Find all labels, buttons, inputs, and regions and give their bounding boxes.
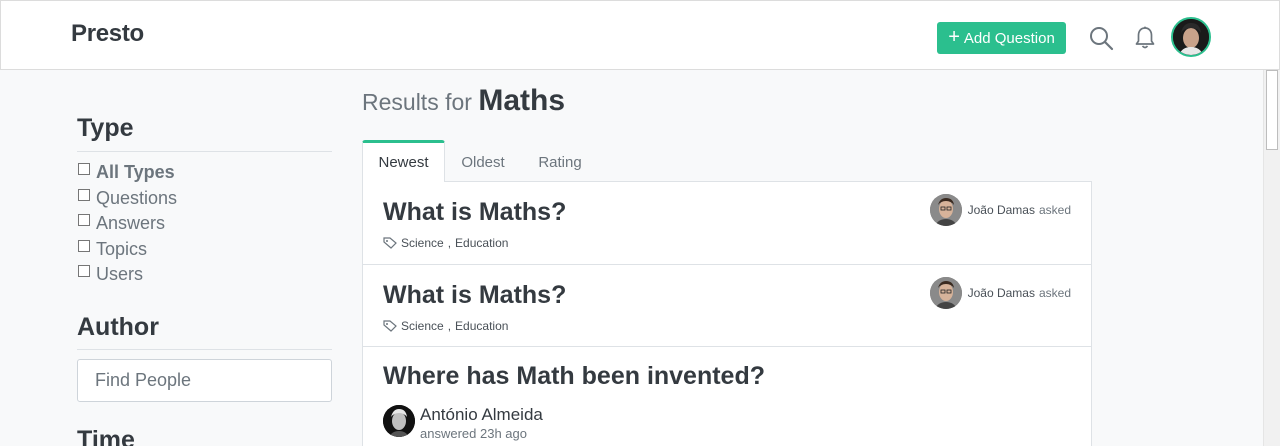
time-heading: Time (77, 426, 135, 446)
checkbox[interactable] (78, 162, 90, 175)
type-divider (77, 151, 332, 152)
add-question-button[interactable]: + Add Question (937, 22, 1066, 54)
question-title[interactable]: Where has Math been invented? (383, 362, 765, 391)
type-heading: Type (77, 114, 134, 142)
tab-newest[interactable]: Newest (362, 140, 445, 182)
author-name[interactable]: João Damas (968, 286, 1035, 300)
list-item[interactable]: What is Maths? Science, Education João D… (363, 265, 1091, 347)
answerer-avatar[interactable] (383, 405, 415, 437)
scrollbar-thumb[interactable] (1266, 70, 1278, 150)
author-heading: Author (77, 313, 159, 341)
filter-label: Topics (96, 239, 148, 259)
tag-icon (383, 320, 397, 332)
plus-icon: + (948, 26, 960, 48)
answer-time: answered 23h ago (420, 426, 527, 441)
checkbox[interactable] (78, 239, 90, 252)
question-title[interactable]: What is Maths? (383, 198, 566, 227)
tab-oldest[interactable]: Oldest (448, 142, 518, 182)
results-prefix: Results for (362, 89, 472, 115)
tag-link[interactable]: Science (401, 236, 444, 250)
answer-info: António Almeida answered 23h ago (383, 405, 543, 443)
top-navbar: Presto + Add Question (0, 0, 1280, 70)
filter-label: Answers (96, 213, 166, 233)
brand-logo[interactable]: Presto (71, 20, 144, 48)
page-scrollbar[interactable] (1263, 70, 1280, 446)
tab-rating[interactable]: Rating (525, 142, 595, 182)
find-people-input[interactable] (77, 359, 332, 402)
filter-all-types[interactable]: All Types (78, 162, 175, 183)
results-query: Maths (478, 84, 566, 117)
question-title[interactable]: What is Maths? (383, 281, 566, 310)
author-name[interactable]: João Damas (968, 203, 1035, 217)
avatar-image (1173, 19, 1209, 55)
checkbox[interactable] (78, 188, 90, 201)
results-list: What is Maths? Science, Education João D… (362, 181, 1092, 446)
list-item[interactable]: Where has Math been invented? António Al… (363, 347, 1091, 446)
asker-info: João Damas asked (929, 277, 1071, 309)
list-item[interactable]: What is Maths? Science, Education João D… (363, 182, 1091, 265)
tag-link[interactable]: Science (401, 319, 444, 333)
add-question-label: Add Question (963, 29, 1055, 47)
search-icon[interactable] (1088, 25, 1114, 51)
tag-icon (383, 237, 397, 249)
filter-topics[interactable]: Topics (78, 239, 147, 260)
filter-label: Questions (96, 188, 178, 208)
asked-label: asked (1038, 203, 1071, 217)
bell-icon[interactable] (1132, 25, 1158, 51)
answerer-name[interactable]: António Almeida (420, 405, 543, 425)
author-divider (77, 349, 332, 350)
filter-answers[interactable]: Answers (78, 213, 165, 234)
filter-questions[interactable]: Questions (78, 188, 177, 209)
filter-label: All Types (96, 162, 175, 182)
tag-link[interactable]: Education (455, 236, 508, 250)
tag-list: Science, Education (383, 236, 508, 250)
asker-info: João Damas asked (929, 194, 1071, 226)
filter-label: Users (96, 264, 144, 284)
checkbox[interactable] (78, 264, 90, 277)
checkbox[interactable] (78, 213, 90, 226)
user-avatar[interactable] (1171, 17, 1211, 57)
filter-users[interactable]: Users (78, 264, 143, 285)
author-avatar[interactable] (929, 194, 962, 226)
asked-label: asked (1038, 286, 1071, 300)
results-title: Results for Maths (362, 84, 565, 118)
author-avatar[interactable] (929, 277, 962, 309)
tag-link[interactable]: Education (455, 319, 508, 333)
answerer-text: António Almeida answered 23h ago (420, 405, 543, 443)
tag-list: Science, Education (383, 319, 508, 333)
